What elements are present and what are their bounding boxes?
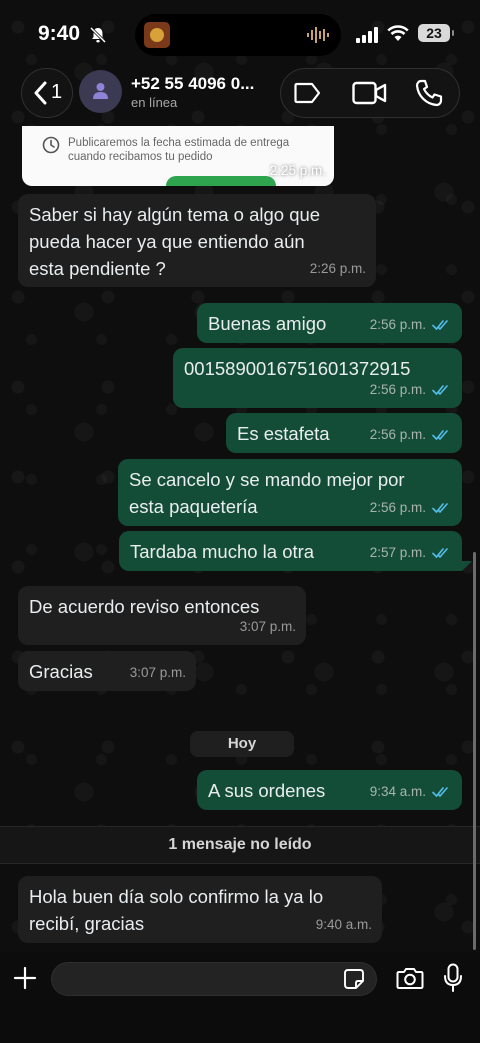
microphone-icon[interactable]: [443, 963, 463, 993]
sticker-icon[interactable]: [343, 968, 365, 990]
composer-bar: [0, 952, 480, 1043]
card-text-line2: cuando recibamos tu pedido: [68, 151, 213, 163]
message-text: Saber si hay algún tema o algo que pueda…: [29, 204, 321, 279]
clock-icon: [42, 136, 60, 154]
message-outgoing[interactable]: Se cancelo y se mando mejor por esta paq…: [118, 459, 462, 526]
message-meta: 9:34 a.m.: [370, 778, 452, 805]
message-text: Se cancelo y se mando mejor por esta paq…: [129, 469, 405, 517]
message-time: 2:26 p.m.: [309, 261, 366, 276]
message-meta: 2:26 p.m.: [310, 255, 366, 282]
message-meta: 9:40 a.m.: [316, 911, 372, 938]
battery-indicator: 23: [418, 24, 454, 42]
double-check-icon: [432, 384, 448, 395]
video-call-icon[interactable]: [352, 81, 388, 105]
phone-icon[interactable]: [415, 79, 443, 107]
camera-icon[interactable]: [396, 966, 424, 990]
message-time: 2:25 p.m.: [269, 163, 326, 178]
call-actions: [280, 68, 460, 118]
unread-banner: 1 mensaje no leído: [0, 826, 480, 864]
back-chevron-icon: [34, 81, 47, 105]
double-check-icon: [432, 547, 448, 558]
message-time: 9:34 a.m.: [369, 784, 426, 799]
message-input[interactable]: [51, 962, 377, 996]
message-outgoing[interactable]: A sus ordenes 9:34 a.m.: [197, 770, 462, 810]
message-meta: 2:57 p.m.: [370, 539, 452, 566]
avatar[interactable]: [79, 70, 122, 113]
signal-icon: [356, 27, 378, 43]
message-time: 2:56 p.m.: [369, 317, 426, 332]
bell-slash-icon: [89, 26, 107, 44]
message-text: A sus ordenes: [208, 780, 326, 801]
label-icon[interactable]: [294, 82, 322, 104]
double-check-icon: [432, 786, 448, 797]
message-text: Es estafeta: [237, 423, 330, 444]
status-bar: 9:40 23: [0, 0, 480, 64]
message-meta: 2:56 p.m.: [370, 421, 452, 448]
message-outgoing[interactable]: Tardaba mucho la otra 2:57 p.m.: [119, 531, 462, 571]
message-time: 2:56 p.m.: [369, 382, 426, 397]
message-time: 2:56 p.m.: [369, 500, 426, 515]
message-time: 9:40 a.m.: [315, 917, 372, 932]
order-status-card[interactable]: Publicaremos la fecha estimada de entreg…: [22, 126, 334, 186]
message-incoming[interactable]: Hola buen día solo confirmo la ya lo rec…: [18, 876, 382, 943]
status-time: 9:40: [38, 22, 81, 45]
bubble-tail: [462, 561, 472, 571]
message-incoming[interactable]: De acuerdo reviso entonces 3:07 p.m.: [18, 586, 306, 645]
dynamic-island: [135, 14, 341, 56]
day-separator: Hoy: [190, 731, 294, 757]
contact-info[interactable]: +52 55 4096 0... en línea: [79, 68, 274, 116]
message-meta: 3:07 p.m.: [130, 659, 186, 686]
message-outgoing[interactable]: 001589001675160137291​5 2:56 p.m.: [173, 348, 462, 408]
contact-status: en línea: [131, 95, 178, 110]
message-incoming[interactable]: Gracias 3:07 p.m.: [18, 651, 196, 691]
contact-name: +52 55 4096 0...: [131, 74, 255, 93]
message-incoming[interactable]: Saber si hay algún tema o algo que pueda…: [18, 194, 376, 287]
message-text: De acuerdo reviso entonces: [29, 596, 260, 617]
live-activity-app-icon: [144, 22, 170, 48]
message-text: Buenas amigo: [208, 313, 327, 334]
message-meta: 2:56 p.m.: [370, 376, 452, 403]
message-meta: 2:56 p.m.: [370, 494, 452, 521]
back-button[interactable]: 1: [21, 68, 73, 118]
message-time: 2:56 p.m.: [369, 427, 426, 442]
scrollbar[interactable]: [473, 552, 476, 950]
double-check-icon: [432, 429, 448, 440]
message-outgoing[interactable]: Es estafeta 2:56 p.m.: [226, 413, 462, 453]
message-time: 3:07 p.m.: [129, 665, 186, 680]
message-meta: 3:07 p.m.: [240, 613, 296, 640]
card-action-button[interactable]: [166, 176, 276, 186]
message-text: Tardaba mucho la otra: [130, 541, 315, 562]
double-check-icon: [432, 319, 448, 330]
wifi-icon: [387, 25, 409, 41]
message-time: 3:07 p.m.: [239, 619, 296, 634]
message-outgoing[interactable]: Buenas amigo 2:56 p.m.: [197, 303, 462, 343]
message-text: Hola buen día solo confirmo la ya lo rec…: [29, 886, 324, 934]
message-text: Gracias: [29, 661, 93, 682]
plus-icon[interactable]: [13, 966, 37, 990]
message-time: 2:57 p.m.: [369, 545, 426, 560]
double-check-icon: [432, 502, 448, 513]
message-meta: 2:56 p.m.: [370, 311, 452, 338]
card-text-line1: Publicaremos la fecha estimada de entreg…: [68, 137, 290, 149]
person-icon: [93, 83, 108, 99]
card-text: Publicaremos la fecha estimada de entreg…: [68, 136, 289, 164]
unread-chats-count: 1: [51, 81, 63, 103]
audio-wave-icon: [307, 27, 329, 43]
